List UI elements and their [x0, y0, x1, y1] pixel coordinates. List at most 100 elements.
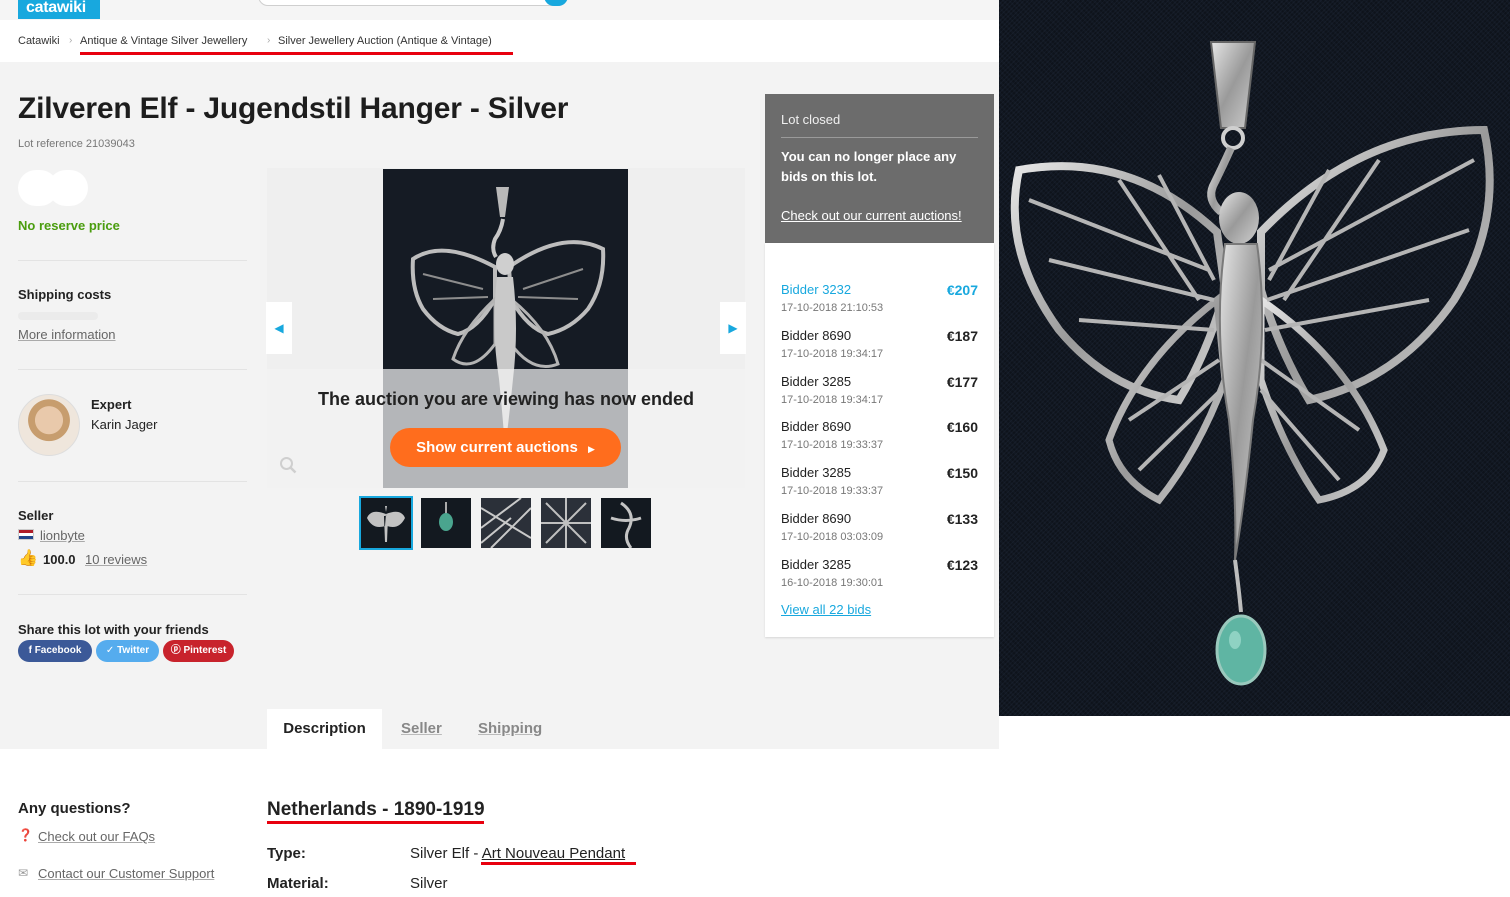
show-current-auctions-label: Show current auctions — [416, 439, 578, 456]
bid-amount: €133 — [946, 511, 978, 527]
bidder-name: Bidder 8690 — [781, 328, 852, 343]
current-auctions-link[interactable]: Check out our current auctions! — [781, 208, 962, 223]
gallery-thumbnail[interactable] — [421, 498, 471, 548]
breadcrumb: Catawiki › Antique & Vintage Silver Jewe… — [0, 20, 999, 62]
fairy-pendant-image — [1010, 41, 1494, 686]
gallery-next-button[interactable]: ▶ — [720, 302, 746, 354]
bid-amount: €160 — [946, 419, 978, 435]
type-value-link[interactable]: Art Nouveau Pendant — [482, 845, 625, 862]
bid-row: Bidder 8690 17-10-2018 19:33:37 €160 — [781, 419, 978, 459]
breadcrumb-item-category[interactable]: Antique & Vintage Silver Jewellery — [80, 35, 247, 47]
annotation-underline — [80, 52, 513, 55]
envelope-icon: ✉ — [18, 866, 29, 880]
bidder-name: Bidder 8690 — [781, 511, 852, 526]
annotation-underline — [267, 821, 484, 824]
tab-description[interactable]: Description — [267, 709, 382, 749]
seller-score: 100.0 — [43, 552, 76, 567]
reserve-status: No reserve price — [18, 218, 120, 233]
redacted-shipping — [18, 312, 98, 320]
bid-row: Bidder 3285 17-10-2018 19:34:17 €177 — [781, 374, 978, 414]
customer-support-link[interactable]: Contact our Customer Support — [38, 866, 214, 881]
lot-reference: Lot reference 21039043 — [18, 138, 135, 150]
bid-row: Bidder 3285 17-10-2018 19:33:37 €150 — [781, 465, 978, 505]
bidder-name: Bidder 3232 — [781, 282, 852, 297]
facebook-label: Facebook — [34, 645, 82, 656]
catawiki-logo[interactable]: catawiki — [18, 0, 100, 19]
annotation-underline — [481, 862, 636, 865]
type-label: Type: — [267, 845, 306, 862]
gallery-thumbnail[interactable] — [481, 498, 531, 548]
share-label: Share this lot with your friends — [18, 622, 209, 637]
search-input[interactable] — [258, 0, 568, 6]
twitter-label: Twitter — [117, 645, 150, 656]
bid-amount: €207 — [946, 282, 978, 298]
bid-time: 17-10-2018 21:10:53 — [781, 302, 884, 314]
twitter-icon: ✓ — [105, 645, 118, 656]
expert-avatar — [18, 394, 80, 456]
bid-amount: €177 — [946, 374, 978, 390]
type-value: Silver Elf - Art Nouveau Pendant — [410, 845, 625, 862]
divider — [781, 137, 978, 138]
pinterest-label: Pinterest — [183, 645, 227, 656]
bid-time: 16-10-2018 19:30:01 — [781, 577, 884, 589]
chevron-right-icon: › — [69, 35, 73, 46]
seller-name-link[interactable]: lionbyte — [40, 528, 85, 543]
bidder-name: Bidder 3285 — [781, 465, 852, 480]
tab-seller[interactable]: Seller — [401, 709, 442, 749]
bid-time: 17-10-2018 19:33:37 — [781, 485, 884, 497]
breadcrumb-item-home[interactable]: Catawiki — [18, 35, 60, 47]
material-value: Silver — [410, 875, 448, 892]
lot-closed-message: You can no longer place any bids on this… — [781, 149, 957, 184]
show-current-auctions-button[interactable]: Show current auctions ▶ — [390, 428, 621, 467]
bid-amount: €150 — [946, 465, 978, 481]
redacted-price — [18, 170, 88, 206]
zoom-icon[interactable] — [279, 456, 297, 474]
gallery-thumbnail[interactable] — [359, 496, 413, 550]
bid-time: 17-10-2018 19:33:37 — [781, 439, 884, 451]
divider — [18, 260, 247, 261]
top-bar: catawiki — [0, 0, 999, 20]
gallery-thumbnail[interactable] — [541, 498, 591, 548]
seller-label: Seller — [18, 508, 54, 523]
bidder-name: Bidder 3285 — [781, 557, 852, 572]
lot-closed-panel: Lot closed You can no longer place any b… — [765, 94, 994, 243]
pinterest-share-button[interactable]: ⓟ Pinterest — [163, 640, 234, 662]
divider — [18, 369, 247, 370]
page-title: Zilveren Elf - Jugendstil Hanger - Silve… — [18, 92, 569, 125]
expert-name: Karin Jager — [91, 417, 158, 432]
type-value-prefix: Silver Elf - — [410, 845, 482, 862]
divider — [18, 594, 247, 595]
gallery-thumbnail[interactable] — [601, 498, 651, 548]
bidder-name: Bidder 3285 — [781, 374, 852, 389]
tab-shipping[interactable]: Shipping — [478, 709, 542, 749]
search-button[interactable] — [544, 0, 568, 6]
bid-history: Bidder 3232 17-10-2018 21:10:53 €207 Bid… — [765, 243, 994, 637]
view-all-bids-link[interactable]: View all 22 bids — [781, 602, 871, 617]
pendant-closeup-photo — [999, 0, 1510, 716]
description-heading: Netherlands - 1890-1919 — [267, 799, 485, 820]
bid-time: 17-10-2018 19:34:17 — [781, 394, 884, 406]
gallery-prev-button[interactable]: ◀ — [266, 302, 292, 354]
facebook-share-button[interactable]: f Facebook — [18, 640, 92, 662]
twitter-share-button[interactable]: ✓ Twitter — [96, 640, 159, 662]
seller-reviews-link[interactable]: 10 reviews — [85, 552, 147, 567]
bid-row: Bidder 3285 16-10-2018 19:30:01 €123 — [781, 557, 978, 597]
shipping-more-info-link[interactable]: More information — [18, 327, 116, 342]
bidder-name: Bidder 8690 — [781, 419, 852, 434]
bid-time: 17-10-2018 03:03:09 — [781, 531, 884, 543]
caret-right-icon: ▶ — [587, 444, 595, 454]
bid-time: 17-10-2018 19:34:17 — [781, 348, 884, 360]
thumbs-up-icon: 👍 — [18, 550, 38, 567]
breadcrumb-item-auction[interactable]: Silver Jewellery Auction (Antique & Vint… — [278, 35, 492, 47]
bid-row: Bidder 8690 17-10-2018 03:03:09 €133 — [781, 511, 978, 551]
netherlands-flag-icon — [18, 529, 34, 540]
auction-ended-message: The auction you are viewing has now ende… — [317, 389, 695, 409]
lot-closed-title: Lot closed — [781, 112, 841, 127]
bid-amount: €123 — [946, 557, 978, 573]
pinterest-icon: ⓟ — [170, 645, 184, 656]
expert-role: Expert — [91, 397, 132, 412]
bid-row: Bidder 8690 17-10-2018 19:34:17 €187 — [781, 328, 978, 368]
chevron-right-icon: › — [267, 35, 271, 46]
faq-link[interactable]: Check out our FAQs — [38, 829, 155, 844]
bid-amount: €187 — [946, 328, 978, 344]
